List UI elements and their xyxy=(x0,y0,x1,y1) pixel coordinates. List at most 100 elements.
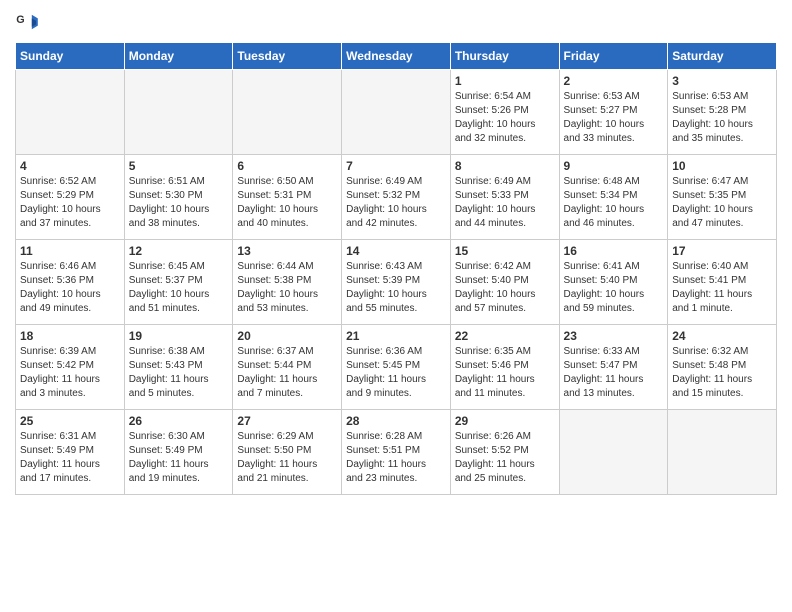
day-number: 2 xyxy=(564,74,664,88)
calendar-cell: 18 Sunrise: 6:39 AMSunset: 5:42 PMDayligh… xyxy=(16,325,125,410)
weekday-header-wednesday: Wednesday xyxy=(342,43,451,70)
day-info: Sunrise: 6:50 AMSunset: 5:31 PMDaylight:… xyxy=(237,175,337,231)
day-number: 29 xyxy=(455,414,555,428)
calendar-cell: 22 Sunrise: 6:35 AMSunset: 5:46 PMDayligh… xyxy=(450,325,559,410)
day-number: 7 xyxy=(346,159,446,173)
day-info: Sunrise: 6:29 AMSunset: 5:50 PMDaylight:… xyxy=(237,430,337,486)
calendar-cell xyxy=(16,70,125,155)
day-number: 10 xyxy=(672,159,772,173)
day-info: Sunrise: 6:31 AMSunset: 5:49 PMDaylight:… xyxy=(20,430,120,486)
day-info: Sunrise: 6:54 AMSunset: 5:26 PMDaylight:… xyxy=(455,90,555,146)
calendar-cell xyxy=(668,410,777,495)
calendar-cell: 27 Sunrise: 6:29 AMSunset: 5:50 PMDayligh… xyxy=(233,410,342,495)
day-number: 19 xyxy=(129,329,229,343)
week-row-4: 18 Sunrise: 6:39 AMSunset: 5:42 PMDayligh… xyxy=(16,325,777,410)
logo: G xyxy=(15,10,43,34)
day-info: Sunrise: 6:41 AMSunset: 5:40 PMDaylight:… xyxy=(564,260,664,316)
weekday-header-row: SundayMondayTuesdayWednesdayThursdayFrid… xyxy=(16,43,777,70)
calendar-cell: 10 Sunrise: 6:47 AMSunset: 5:35 PMDayligh… xyxy=(668,155,777,240)
day-info: Sunrise: 6:35 AMSunset: 5:46 PMDaylight:… xyxy=(455,345,555,401)
calendar-cell: 2 Sunrise: 6:53 AMSunset: 5:27 PMDaylight… xyxy=(559,70,668,155)
calendar-cell: 5 Sunrise: 6:51 AMSunset: 5:30 PMDaylight… xyxy=(124,155,233,240)
week-row-2: 4 Sunrise: 6:52 AMSunset: 5:29 PMDaylight… xyxy=(16,155,777,240)
calendar-cell: 21 Sunrise: 6:36 AMSunset: 5:45 PMDayligh… xyxy=(342,325,451,410)
week-row-3: 11 Sunrise: 6:46 AMSunset: 5:36 PMDayligh… xyxy=(16,240,777,325)
day-info: Sunrise: 6:32 AMSunset: 5:48 PMDaylight:… xyxy=(672,345,772,401)
logo-icon: G xyxy=(15,10,39,34)
day-info: Sunrise: 6:43 AMSunset: 5:39 PMDaylight:… xyxy=(346,260,446,316)
day-info: Sunrise: 6:53 AMSunset: 5:28 PMDaylight:… xyxy=(672,90,772,146)
day-info: Sunrise: 6:45 AMSunset: 5:37 PMDaylight:… xyxy=(129,260,229,316)
day-number: 6 xyxy=(237,159,337,173)
day-number: 24 xyxy=(672,329,772,343)
day-info: Sunrise: 6:38 AMSunset: 5:43 PMDaylight:… xyxy=(129,345,229,401)
day-number: 27 xyxy=(237,414,337,428)
day-info: Sunrise: 6:28 AMSunset: 5:51 PMDaylight:… xyxy=(346,430,446,486)
calendar-cell: 12 Sunrise: 6:45 AMSunset: 5:37 PMDayligh… xyxy=(124,240,233,325)
weekday-header-thursday: Thursday xyxy=(450,43,559,70)
day-info: Sunrise: 6:49 AMSunset: 5:32 PMDaylight:… xyxy=(346,175,446,231)
weekday-header-saturday: Saturday xyxy=(668,43,777,70)
day-info: Sunrise: 6:33 AMSunset: 5:47 PMDaylight:… xyxy=(564,345,664,401)
week-row-5: 25Sunrise: 6:31 AMSunset: 5:49 PMDayligh… xyxy=(16,410,777,495)
weekday-header-monday: Monday xyxy=(124,43,233,70)
day-info: Sunrise: 6:39 AMSunset: 5:42 PMDaylight:… xyxy=(20,345,120,401)
calendar-cell: 14 Sunrise: 6:43 AMSunset: 5:39 PMDayligh… xyxy=(342,240,451,325)
day-number: 18 xyxy=(20,329,120,343)
calendar-cell: 13Sunrise: 6:44 AMSunset: 5:38 PMDayligh… xyxy=(233,240,342,325)
day-number: 12 xyxy=(129,244,229,258)
day-info: Sunrise: 6:51 AMSunset: 5:30 PMDaylight:… xyxy=(129,175,229,231)
calendar-cell: 4 Sunrise: 6:52 AMSunset: 5:29 PMDaylight… xyxy=(16,155,125,240)
calendar-cell xyxy=(233,70,342,155)
day-number: 5 xyxy=(129,159,229,173)
week-row-1: 1Sunrise: 6:54 AMSunset: 5:26 PMDaylight… xyxy=(16,70,777,155)
day-info: Sunrise: 6:36 AMSunset: 5:45 PMDaylight:… xyxy=(346,345,446,401)
day-number: 28 xyxy=(346,414,446,428)
day-number: 26 xyxy=(129,414,229,428)
day-number: 11 xyxy=(20,244,120,258)
calendar-cell: 15 Sunrise: 6:42 AMSunset: 5:40 PMDayligh… xyxy=(450,240,559,325)
day-number: 3 xyxy=(672,74,772,88)
day-number: 9 xyxy=(564,159,664,173)
calendar-cell: 29 Sunrise: 6:26 AMSunset: 5:52 PMDayligh… xyxy=(450,410,559,495)
day-number: 15 xyxy=(455,244,555,258)
calendar-cell: 17Sunrise: 6:40 AMSunset: 5:41 PMDayligh… xyxy=(668,240,777,325)
weekday-header-sunday: Sunday xyxy=(16,43,125,70)
day-info: Sunrise: 6:42 AMSunset: 5:40 PMDaylight:… xyxy=(455,260,555,316)
calendar-cell: 3 Sunrise: 6:53 AMSunset: 5:28 PMDaylight… xyxy=(668,70,777,155)
day-info: Sunrise: 6:49 AMSunset: 5:33 PMDaylight:… xyxy=(455,175,555,231)
calendar-cell: 19 Sunrise: 6:38 AMSunset: 5:43 PMDayligh… xyxy=(124,325,233,410)
day-number: 20 xyxy=(237,329,337,343)
calendar-cell: 23 Sunrise: 6:33 AMSunset: 5:47 PMDayligh… xyxy=(559,325,668,410)
day-number: 8 xyxy=(455,159,555,173)
calendar-table: SundayMondayTuesdayWednesdayThursdayFrid… xyxy=(15,42,777,495)
svg-text:G: G xyxy=(16,14,24,26)
page-header: G xyxy=(15,10,777,34)
calendar-cell: 6 Sunrise: 6:50 AMSunset: 5:31 PMDaylight… xyxy=(233,155,342,240)
calendar-cell: 24 Sunrise: 6:32 AMSunset: 5:48 PMDayligh… xyxy=(668,325,777,410)
calendar-cell: 25Sunrise: 6:31 AMSunset: 5:49 PMDayligh… xyxy=(16,410,125,495)
day-info: Sunrise: 6:40 AMSunset: 5:41 PMDaylight:… xyxy=(672,260,772,316)
calendar-cell xyxy=(559,410,668,495)
calendar-cell: 16 Sunrise: 6:41 AMSunset: 5:40 PMDayligh… xyxy=(559,240,668,325)
day-info: Sunrise: 6:47 AMSunset: 5:35 PMDaylight:… xyxy=(672,175,772,231)
day-info: Sunrise: 6:48 AMSunset: 5:34 PMDaylight:… xyxy=(564,175,664,231)
calendar-cell: 28 Sunrise: 6:28 AMSunset: 5:51 PMDayligh… xyxy=(342,410,451,495)
calendar-cell: 1Sunrise: 6:54 AMSunset: 5:26 PMDaylight… xyxy=(450,70,559,155)
day-info: Sunrise: 6:52 AMSunset: 5:29 PMDaylight:… xyxy=(20,175,120,231)
day-number: 23 xyxy=(564,329,664,343)
calendar-cell xyxy=(124,70,233,155)
weekday-header-friday: Friday xyxy=(559,43,668,70)
day-info: Sunrise: 6:53 AMSunset: 5:27 PMDaylight:… xyxy=(564,90,664,146)
day-number: 14 xyxy=(346,244,446,258)
day-number: 22 xyxy=(455,329,555,343)
calendar-cell: 8 Sunrise: 6:49 AMSunset: 5:33 PMDaylight… xyxy=(450,155,559,240)
day-number: 13 xyxy=(237,244,337,258)
calendar-cell: 11 Sunrise: 6:46 AMSunset: 5:36 PMDayligh… xyxy=(16,240,125,325)
day-number: 4 xyxy=(20,159,120,173)
day-info: Sunrise: 6:26 AMSunset: 5:52 PMDaylight:… xyxy=(455,430,555,486)
day-info: Sunrise: 6:46 AMSunset: 5:36 PMDaylight:… xyxy=(20,260,120,316)
day-info: Sunrise: 6:37 AMSunset: 5:44 PMDaylight:… xyxy=(237,345,337,401)
day-number: 16 xyxy=(564,244,664,258)
day-number: 21 xyxy=(346,329,446,343)
